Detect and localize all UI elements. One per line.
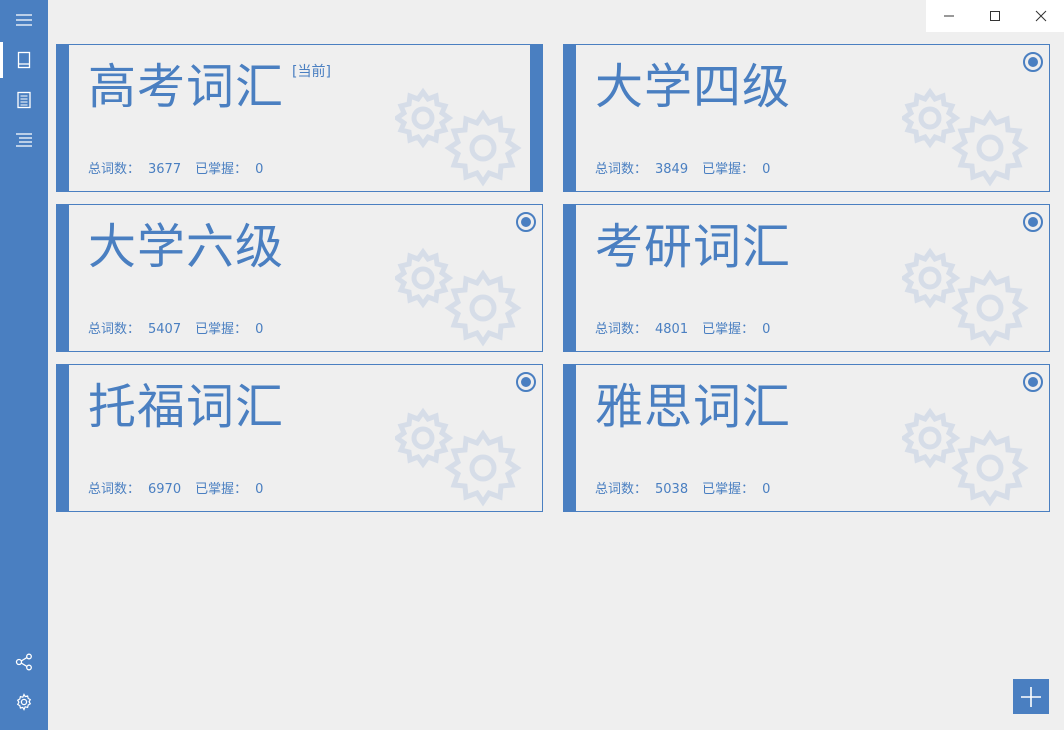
card-accent-stripe [564,205,576,351]
mastered-label: 已掌握： [195,322,248,337]
radio-selected-icon [516,372,536,392]
vocabulary-book-card[interactable]: 大学六级总词数： 5407 已掌握： 0 [56,204,543,352]
total-words-label: 总词数： [595,162,648,177]
book-title: 考研词汇 [595,219,792,275]
share-icon [15,653,32,671]
book-title: 大学六级 [88,219,285,275]
book-stats: 总词数： 3677 已掌握： 0 [88,158,263,177]
select-book-radio[interactable] [515,211,537,233]
vocabulary-book-card[interactable]: 高考词汇总词数： 3677 已掌握： 0 [当前] [56,44,543,192]
book-stats: 总词数： 6970 已掌握： 0 [88,478,263,497]
book-title: 雅思词汇 [595,379,792,435]
radio-selected-icon [1023,52,1043,72]
share-button[interactable] [0,642,48,682]
radio-selected-icon [1023,372,1043,392]
total-words-value: 3849 [655,162,689,177]
document-icon [17,91,31,109]
vocabulary-book-card[interactable]: 托福词汇总词数： 6970 已掌握： 0 [56,364,543,512]
total-words-value: 3677 [148,162,182,177]
mastered-value: 0 [762,322,771,337]
sidebar-item-word-list[interactable] [0,80,48,120]
add-book-button[interactable] [1013,679,1049,714]
select-book-radio[interactable] [1022,51,1044,73]
total-words-label: 总词数： [595,322,648,337]
minimize-icon [944,15,954,17]
mastered-label: 已掌握： [195,482,248,497]
current-tag: [当前] [292,64,331,80]
total-words-value: 5407 [148,322,182,337]
current-book-indicator [530,45,542,191]
total-words-label: 总词数： [88,322,141,337]
total-words-value: 6970 [148,482,182,497]
mastered-value: 0 [762,162,771,177]
mastered-label: 已掌握： [702,162,755,177]
card-accent-stripe [57,205,69,351]
gear-watermark-icon [392,82,525,197]
gear-watermark-icon [899,402,1032,517]
total-words-label: 总词数： [595,482,648,497]
card-accent-stripe [57,365,69,511]
maximize-icon [990,11,1000,21]
close-button[interactable] [1018,0,1064,32]
settings-button[interactable] [0,682,48,722]
vocabulary-book-card[interactable]: 考研词汇总词数： 4801 已掌握： 0 [563,204,1050,352]
total-words-value: 5038 [655,482,689,497]
mastered-value: 0 [762,482,771,497]
book-stats: 总词数： 5038 已掌握： 0 [595,478,770,497]
gear-watermark-icon [899,82,1032,197]
gear-watermark-icon [899,242,1032,357]
mastered-label: 已掌握： [702,482,755,497]
mastered-value: 0 [255,322,264,337]
minimize-button[interactable] [926,0,972,32]
book-title: 大学四级 [595,59,792,115]
card-accent-stripe [57,45,69,191]
radio-selected-icon [516,212,536,232]
mastered-label: 已掌握： [702,322,755,337]
sidebar-item-list[interactable] [0,120,48,160]
book-title: 高考词汇 [88,59,285,115]
mastered-value: 0 [255,482,264,497]
select-book-radio[interactable] [1022,371,1044,393]
maximize-button[interactable] [972,0,1018,32]
card-accent-stripe [564,45,576,191]
book-title: 托福词汇 [88,379,285,435]
book-icon [17,51,31,69]
sidebar-item-vocabulary-book[interactable] [0,40,48,80]
select-book-radio[interactable] [1022,211,1044,233]
total-words-label: 总词数： [88,162,141,177]
book-stats: 总词数： 4801 已掌握： 0 [595,318,770,337]
gear-watermark-icon [392,402,525,517]
hamburger-menu-button[interactable] [0,0,48,40]
sidebar [0,0,48,730]
select-book-radio[interactable] [515,371,537,393]
plus-icon [1021,686,1041,707]
card-accent-stripe [564,365,576,511]
window-titlebar [926,0,1064,32]
gear-icon [16,693,32,711]
gear-watermark-icon [392,242,525,357]
mastered-value: 0 [255,162,264,177]
total-words-value: 4801 [655,322,689,337]
radio-selected-icon [1023,212,1043,232]
total-words-label: 总词数： [88,482,141,497]
vocabulary-book-card[interactable]: 大学四级总词数： 3849 已掌握： 0 [563,44,1050,192]
close-icon [1035,10,1047,22]
vocabulary-book-card[interactable]: 雅思词汇总词数： 5038 已掌握： 0 [563,364,1050,512]
book-stats: 总词数： 3849 已掌握： 0 [595,158,770,177]
hamburger-menu-icon [16,14,32,26]
list-icon [16,133,32,147]
book-stats: 总词数： 5407 已掌握： 0 [88,318,263,337]
mastered-label: 已掌握： [195,162,248,177]
